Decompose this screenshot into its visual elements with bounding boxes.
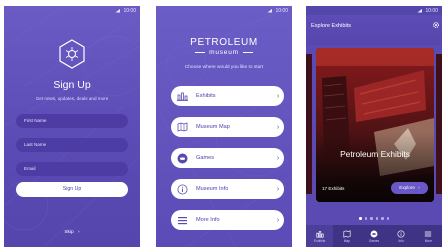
menu-item-label: Museum Info: [196, 186, 229, 192]
signup-screen: 10:00 Sign Up Get news, updates, deals a…: [4, 6, 140, 247]
status-bar: 10:00: [4, 6, 140, 15]
chevron-right-icon: ›: [418, 185, 420, 190]
status-bar: 10:00: [156, 6, 292, 15]
gamepad-icon: [370, 230, 378, 237]
map-icon: [343, 229, 351, 238]
tab-label: More: [424, 238, 433, 243]
page-title: Explore Exhibits: [311, 23, 352, 29]
page-dot[interactable]: [375, 217, 378, 220]
tab-games[interactable]: Games: [360, 225, 387, 247]
logo-subtitle: museum: [156, 49, 292, 56]
signup-button[interactable]: Sign Up: [16, 182, 128, 197]
status-time: 10:00: [275, 7, 288, 14]
card-title: Petroleum Exhibits: [340, 149, 410, 159]
start-prompt: Choose where would you like to start: [184, 65, 264, 70]
previous-card-peek[interactable]: [306, 54, 312, 194]
logo-wordmark: PETROLEUM: [190, 37, 258, 48]
gear-icon[interactable]: [432, 21, 440, 29]
chart-icon: [316, 230, 324, 238]
carousel-pagination: [306, 217, 442, 220]
email-field[interactable]: [16, 162, 128, 176]
tab-label: Exhibits: [314, 238, 326, 243]
skip-label: Skip: [64, 230, 74, 235]
hexagon-logo-icon: [59, 39, 85, 69]
info-icon: [397, 229, 405, 238]
map-icon: [172, 117, 192, 137]
page-dot[interactable]: [370, 217, 373, 220]
exhibit-photo: [316, 48, 434, 202]
page-dot[interactable]: [381, 217, 384, 220]
tab-exhibits[interactable]: Exhibits: [306, 225, 334, 247]
menu-item-museum-info[interactable]: Museum Info ›: [171, 179, 284, 199]
chevron-right-icon: ›: [276, 92, 280, 100]
status-bar: 10:00: [306, 6, 442, 15]
status-time: 10:00: [123, 7, 136, 14]
chevron-right-icon: ›: [276, 123, 280, 131]
signal-icon: [115, 8, 121, 13]
gamepad-icon: [172, 148, 192, 168]
menu-item-label: Museum Map: [196, 124, 230, 130]
chevron-right-icon: ›: [276, 216, 280, 224]
app-screens-showcase: 10:00 Sign Up Get news, updates, deals a…: [0, 0, 442, 247]
chevron-right-icon: ›: [78, 230, 80, 235]
bottom-tab-bar: Exhibits Map Games Info More: [306, 225, 442, 247]
menu-item-label: Games: [196, 155, 215, 161]
chevron-right-icon: ›: [276, 154, 280, 162]
tab-label: Games: [368, 238, 380, 243]
signal-icon: [417, 8, 423, 13]
menu-item-label: More Info: [196, 217, 220, 223]
tab-info[interactable]: Info: [388, 225, 415, 247]
menu-lines-icon: [172, 210, 192, 230]
building-chart-icon: [172, 86, 192, 106]
first-name-field[interactable]: [16, 114, 128, 128]
next-card-peek[interactable]: [436, 54, 442, 194]
exhibit-count: 17 Exhibits: [322, 186, 345, 191]
menu-lines-icon: [425, 231, 432, 236]
explore-screen: 10:00 Explore Exhibits Petroleum Exhibit…: [306, 6, 442, 247]
menu-item-more-info[interactable]: More Info ›: [171, 210, 284, 230]
header-bar: [306, 15, 442, 45]
tab-label: Map: [343, 238, 350, 243]
menu-item-label: Exhibits: [196, 93, 216, 99]
explore-label: Explore: [399, 185, 415, 190]
tab-map[interactable]: Map: [333, 225, 360, 247]
page-dot[interactable]: [386, 217, 389, 220]
skip-link[interactable]: Skip ›: [4, 230, 140, 235]
signal-icon: [267, 8, 273, 13]
menu-item-museum-map[interactable]: Museum Map ›: [171, 117, 284, 137]
chevron-right-icon: ›: [276, 185, 280, 193]
page-dot-active[interactable]: [359, 217, 362, 220]
status-time: 10:00: [425, 7, 438, 14]
menu-item-games[interactable]: Games ›: [171, 148, 284, 168]
exhibit-card[interactable]: Petroleum Exhibits 17 Exhibits Explore ›: [316, 48, 434, 202]
tab-more[interactable]: More: [415, 225, 442, 247]
menu-item-exhibits[interactable]: Exhibits ›: [171, 86, 284, 106]
page-dot[interactable]: [364, 217, 367, 220]
explore-button[interactable]: Explore ›: [391, 182, 428, 194]
info-icon: [172, 179, 192, 199]
last-name-field[interactable]: [16, 138, 128, 152]
menu-screen: 10:00 PETROLEUM museum Choose where woul…: [156, 6, 292, 247]
logo-subtitle-text: museum: [209, 49, 239, 56]
page-subtitle: Get news, updates, deals and more: [35, 96, 109, 101]
tab-label: Info: [398, 238, 404, 243]
page-title: Sign Up: [53, 79, 91, 91]
